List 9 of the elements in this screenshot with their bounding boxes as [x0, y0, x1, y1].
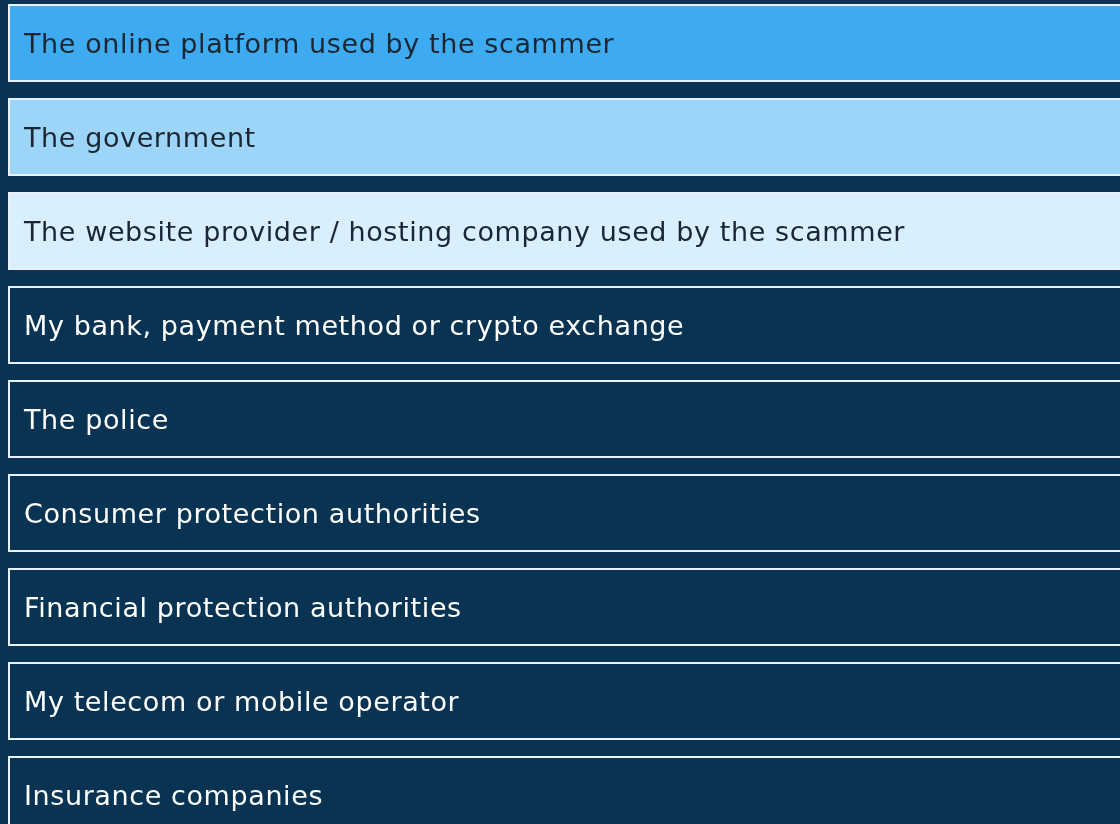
answer-option[interactable]: My bank, payment method or crypto exchange — [8, 286, 1120, 364]
answer-option[interactable]: My telecom or mobile operator — [8, 662, 1120, 740]
answer-option[interactable]: Financial protection authorities — [8, 568, 1120, 646]
answer-option[interactable]: The police — [8, 380, 1120, 458]
answer-option[interactable]: The online platform used by the scammer — [8, 4, 1120, 82]
answer-option[interactable]: Consumer protection authorities — [8, 474, 1120, 552]
answer-option[interactable]: The website provider / hosting company used by the scammer — [8, 192, 1120, 270]
answer-option[interactable]: The government — [8, 98, 1120, 176]
answer-option[interactable]: Insurance companies — [8, 756, 1120, 824]
